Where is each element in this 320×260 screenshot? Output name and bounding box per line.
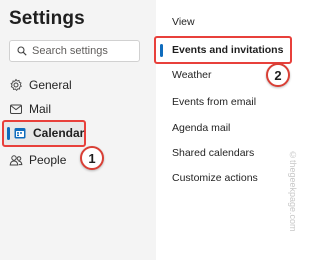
gear-icon	[9, 78, 23, 92]
menu-item-customize-actions[interactable]: Customize actions	[172, 172, 258, 184]
callout-badge-2: 2	[266, 63, 290, 87]
menu-item-agenda-mail[interactable]: Agenda mail	[172, 122, 230, 134]
people-icon	[9, 153, 23, 167]
menu-item-weather[interactable]: Weather	[172, 69, 212, 81]
nav-item-general[interactable]: General	[9, 75, 72, 95]
selection-indicator	[7, 127, 10, 140]
nav-item-calendar[interactable]: Calendar	[2, 120, 86, 147]
nav-item-mail[interactable]: Mail	[9, 99, 51, 119]
menu-item-label: Events and invitations	[172, 44, 284, 56]
search-input[interactable]	[32, 45, 137, 57]
menu-item-shared-calendars[interactable]: Shared calendars	[172, 147, 254, 159]
nav-item-people[interactable]: People	[9, 150, 66, 170]
menu-item-events-from-email[interactable]: Events from email	[172, 96, 256, 108]
nav-item-label: Mail	[29, 102, 52, 116]
mail-icon	[9, 102, 23, 116]
callout-badge-1: 1	[80, 146, 104, 170]
nav-item-label: General	[29, 78, 72, 92]
calendar-icon	[13, 126, 27, 140]
nav-item-label: People	[29, 153, 67, 167]
nav-item-label: Calendar	[33, 126, 85, 140]
menu-item-events-and-invitations[interactable]: Events and invitations	[154, 36, 292, 64]
selection-indicator	[160, 44, 163, 57]
search-box[interactable]	[9, 40, 140, 62]
page-title: Settings	[9, 8, 85, 29]
watermark: ©thegeekpage.com	[288, 150, 298, 232]
search-icon	[17, 46, 27, 56]
menu-item-view[interactable]: View	[172, 16, 195, 28]
